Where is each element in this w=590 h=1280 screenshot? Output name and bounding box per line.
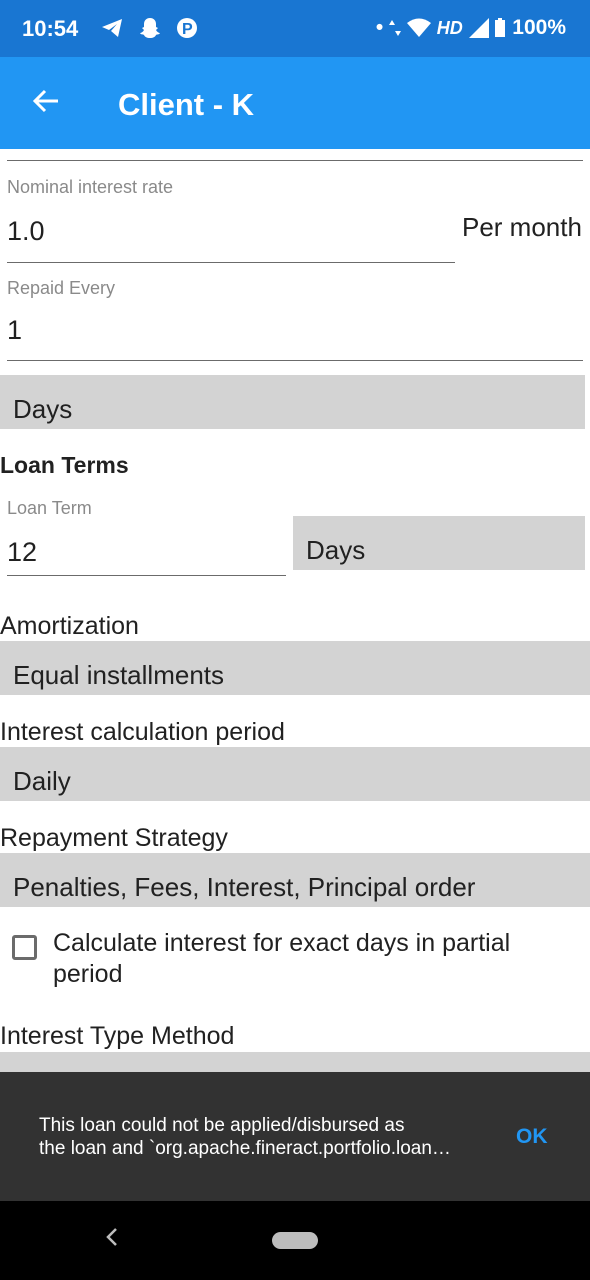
nav-back-icon[interactable] bbox=[100, 1225, 124, 1249]
amortization-dropdown[interactable]: Equal installments bbox=[0, 641, 590, 695]
snackbar-message-line2: the loan and `org.apache.fineract.portfo… bbox=[39, 1138, 451, 1159]
error-snackbar: This loan could not be applied/disbursed… bbox=[0, 1072, 590, 1201]
snackbar-message-line1: This loan could not be applied/disbursed… bbox=[39, 1115, 405, 1136]
repayment-strategy-selected: Penalties, Fees, Interest, Principal ord… bbox=[13, 872, 476, 902]
repayment-strategy-label: Repayment Strategy bbox=[0, 824, 228, 852]
snackbar-ok-button[interactable]: OK bbox=[516, 1125, 548, 1149]
interest-calc-period-dropdown[interactable]: Daily bbox=[0, 747, 590, 801]
interest-calc-period-label: Interest calculation period bbox=[0, 718, 285, 746]
wifi-icon bbox=[406, 18, 431, 38]
loan-term-label: Loan Term bbox=[7, 498, 92, 518]
nominal-interest-label: Nominal interest rate bbox=[7, 177, 174, 197]
app-bar: Client - K bbox=[0, 57, 590, 149]
loan-term-underline bbox=[7, 575, 286, 576]
parking-icon: P bbox=[177, 18, 198, 39]
page-title: Client - K bbox=[118, 87, 255, 122]
nominal-interest-input[interactable]: 1.0 bbox=[7, 216, 45, 247]
repaid-every-underline bbox=[7, 360, 583, 361]
snapchat-icon bbox=[140, 18, 161, 39]
amortization-selected: Equal installments bbox=[13, 660, 224, 690]
interest-type-method-label: Interest Type Method bbox=[0, 1022, 235, 1050]
battery-percent: 100% bbox=[512, 16, 566, 39]
interest-calc-period-selected: Daily bbox=[13, 766, 71, 796]
loan-term-input[interactable]: 12 bbox=[7, 537, 37, 568]
svg-text:P: P bbox=[182, 21, 198, 38]
loan-terms-heading: Loan Terms bbox=[0, 452, 129, 478]
nominal-interest-underline bbox=[7, 262, 455, 263]
status-bar: 10:54 P • HD 100% bbox=[0, 0, 590, 57]
repayment-strategy-dropdown[interactable]: Penalties, Fees, Interest, Principal ord… bbox=[0, 853, 590, 907]
hd-badge: HD bbox=[436, 18, 463, 38]
interest-rate-unit: Per month bbox=[462, 212, 582, 242]
repaid-every-input[interactable]: 1 bbox=[7, 315, 22, 346]
nav-home-pill[interactable] bbox=[272, 1232, 318, 1249]
loan-term-unit-dropdown[interactable]: Days bbox=[293, 516, 585, 570]
repaid-frequency-dropdown[interactable]: Days bbox=[0, 375, 585, 429]
amortization-label: Amortization bbox=[0, 612, 139, 640]
signal-icon bbox=[468, 18, 489, 39]
data-arrows-icon bbox=[389, 20, 402, 37]
status-right: • HD 100% bbox=[376, 16, 566, 40]
field-underline bbox=[7, 160, 583, 161]
loan-term-unit-selected: Days bbox=[306, 535, 366, 565]
back-arrow-icon[interactable] bbox=[30, 85, 62, 117]
system-nav-bar bbox=[0, 1201, 590, 1280]
dot-icon: • bbox=[375, 16, 384, 39]
exact-days-checkbox-label[interactable]: Calculate interest for exact days in par… bbox=[53, 928, 573, 990]
notification-icons: P bbox=[100, 14, 198, 40]
repaid-every-label: Repaid Every bbox=[7, 278, 116, 298]
snackbar-message: This loan could not be applied/disbursed… bbox=[39, 1114, 479, 1160]
telegram-icon bbox=[102, 19, 122, 38]
battery-icon bbox=[495, 18, 506, 38]
exact-days-checkbox[interactable] bbox=[12, 935, 37, 960]
status-time: 10:54 bbox=[22, 16, 79, 41]
repaid-frequency-selected: Days bbox=[13, 394, 73, 424]
